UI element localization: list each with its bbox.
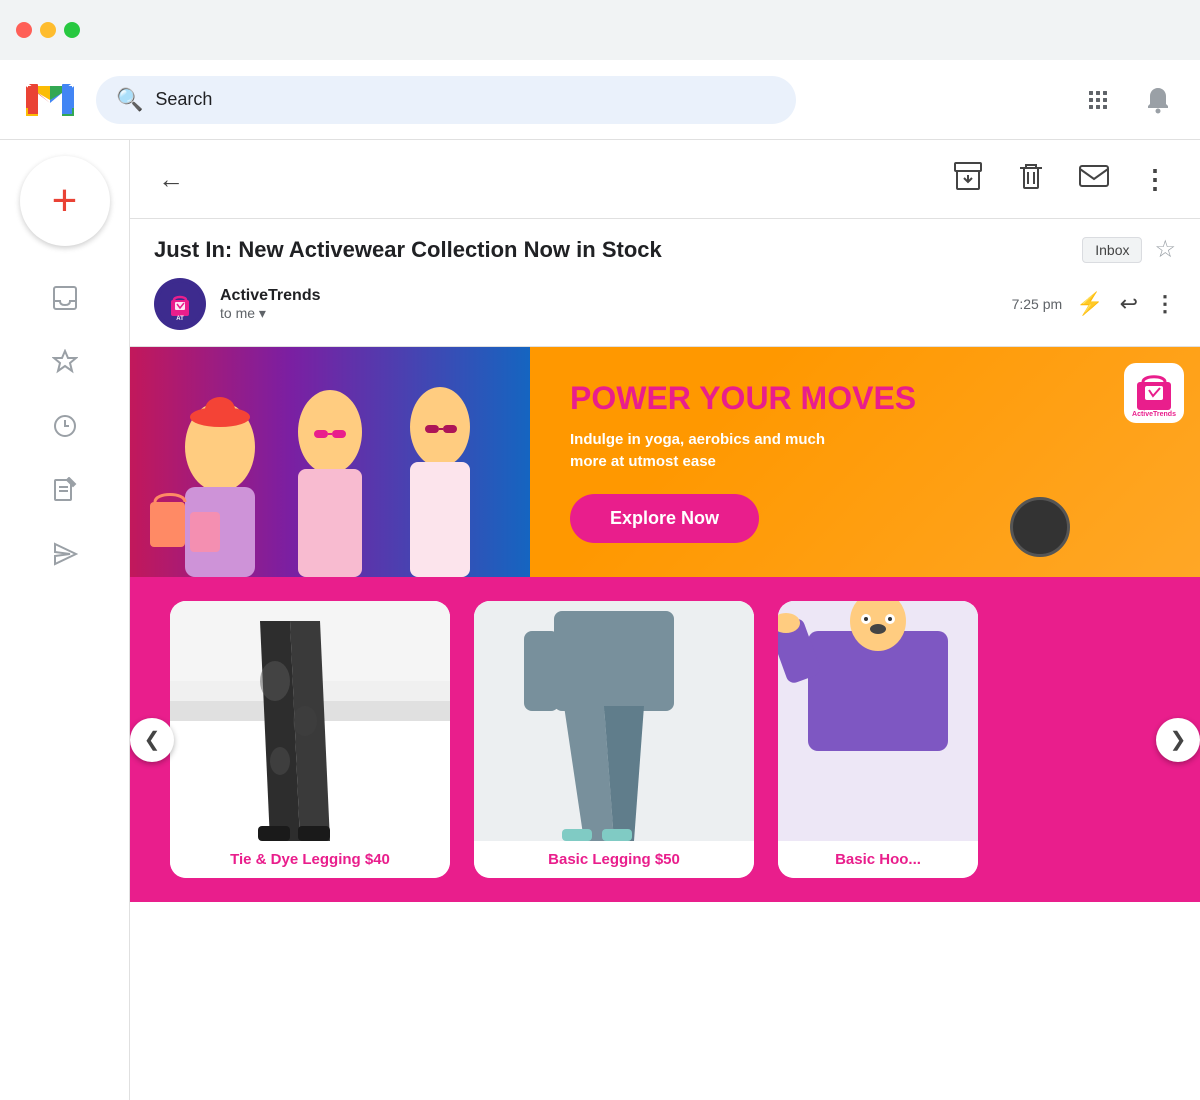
traffic-lights [16,22,80,38]
sender-name: ActiveTrends [220,287,998,305]
email-time: 7:25 pm [1012,296,1063,312]
maximize-button[interactable] [64,22,80,38]
product-card[interactable]: Tie & Dye Legging $40 [170,601,450,878]
star-button[interactable]: ☆ [1154,235,1176,264]
carousel-next-button[interactable]: ❯ [1156,718,1200,762]
notifications-button[interactable] [1136,78,1180,122]
search-input[interactable] [155,89,776,110]
more-button[interactable]: ⋮ [1136,160,1176,199]
archive-button[interactable] [946,156,990,202]
hero-banner: POWER YOUR MOVES Indulge in yoga, aerobi… [130,347,1200,577]
hero-sub: Indulge in yoga, aerobics and much more … [570,429,850,474]
sidebar-item-drafts[interactable] [37,462,93,518]
sender-line: AT ActiveTrends to me ▾ 7:25 pm ⚡ ↩ ⋮ [154,278,1176,330]
hero-people [130,347,530,577]
carousel-prev-button[interactable]: ❮ [130,718,174,762]
delete-button[interactable] [1010,156,1052,202]
inbox-badge[interactable]: Inbox [1082,237,1142,263]
sidebar-item-sent[interactable] [37,526,93,582]
lightning-icon[interactable]: ⚡ [1076,291,1103,317]
reply-icon[interactable]: ↩ [1120,291,1138,317]
email-subject: Just In: New Activewear Collection Now i… [154,237,1070,263]
product-image [778,601,978,841]
svg-text:ActiveTrends: ActiveTrends [1132,411,1176,418]
email-content: ← [130,140,1200,1100]
sender-avatar: AT [154,278,206,330]
minimize-button[interactable] [40,22,56,38]
hero-tagline: POWER YOUR MOVES [570,381,916,416]
email-body: POWER YOUR MOVES Indulge in yoga, aerobi… [130,347,1200,1100]
email-header: Just In: New Activewear Collection Now i… [130,219,1200,347]
sidebar-item-snoozed[interactable] [37,398,93,454]
close-button[interactable] [16,22,32,38]
svg-text:AT: AT [176,316,184,322]
toolbar-icons: ⋮ [946,156,1176,202]
product-image [170,601,450,841]
sidebar-item-starred[interactable] [37,334,93,390]
product-card[interactable]: Basic Hoo... [778,601,978,878]
explore-now-button[interactable]: Explore Now [570,494,759,543]
header: 🔍 [0,60,1200,140]
sidebar: + [0,140,130,1100]
search-bar[interactable]: 🔍 [96,76,796,124]
camera-circle [1010,497,1070,557]
product-card[interactable]: Basic Legging $50 [474,601,754,878]
product-image [474,601,754,841]
products-carousel: Tie & Dye Legging $40 [170,601,1160,878]
sender-to[interactable]: to me ▾ [220,305,998,322]
search-icon: 🔍 [116,87,143,113]
product-label: Basic Hoo... [778,841,978,878]
compose-plus-icon: + [52,179,78,223]
compose-button[interactable]: + [20,156,110,246]
hero-text-area: POWER YOUR MOVES Indulge in yoga, aerobi… [530,351,1200,572]
apps-grid-button[interactable] [1076,78,1120,122]
mail-button[interactable] [1072,159,1116,199]
products-section: ❮ [130,577,1200,902]
sender-info: ActiveTrends to me ▾ [220,287,998,322]
sender-more-icon[interactable]: ⋮ [1154,291,1176,317]
header-actions [1076,78,1180,122]
gmail-logo [20,70,80,130]
product-label: Tie & Dye Legging $40 [170,841,450,878]
product-label: Basic Legging $50 [474,841,754,878]
sender-actions: ⚡ ↩ ⋮ [1076,291,1176,317]
main-layout: + [0,140,1200,1100]
email-toolbar: ← [130,140,1200,219]
email-subject-line: Just In: New Activewear Collection Now i… [154,235,1176,264]
back-button[interactable]: ← [154,160,188,199]
sidebar-item-inbox[interactable] [37,270,93,326]
brand-logo: ActiveTrends [1124,363,1184,423]
titlebar [0,0,1200,60]
